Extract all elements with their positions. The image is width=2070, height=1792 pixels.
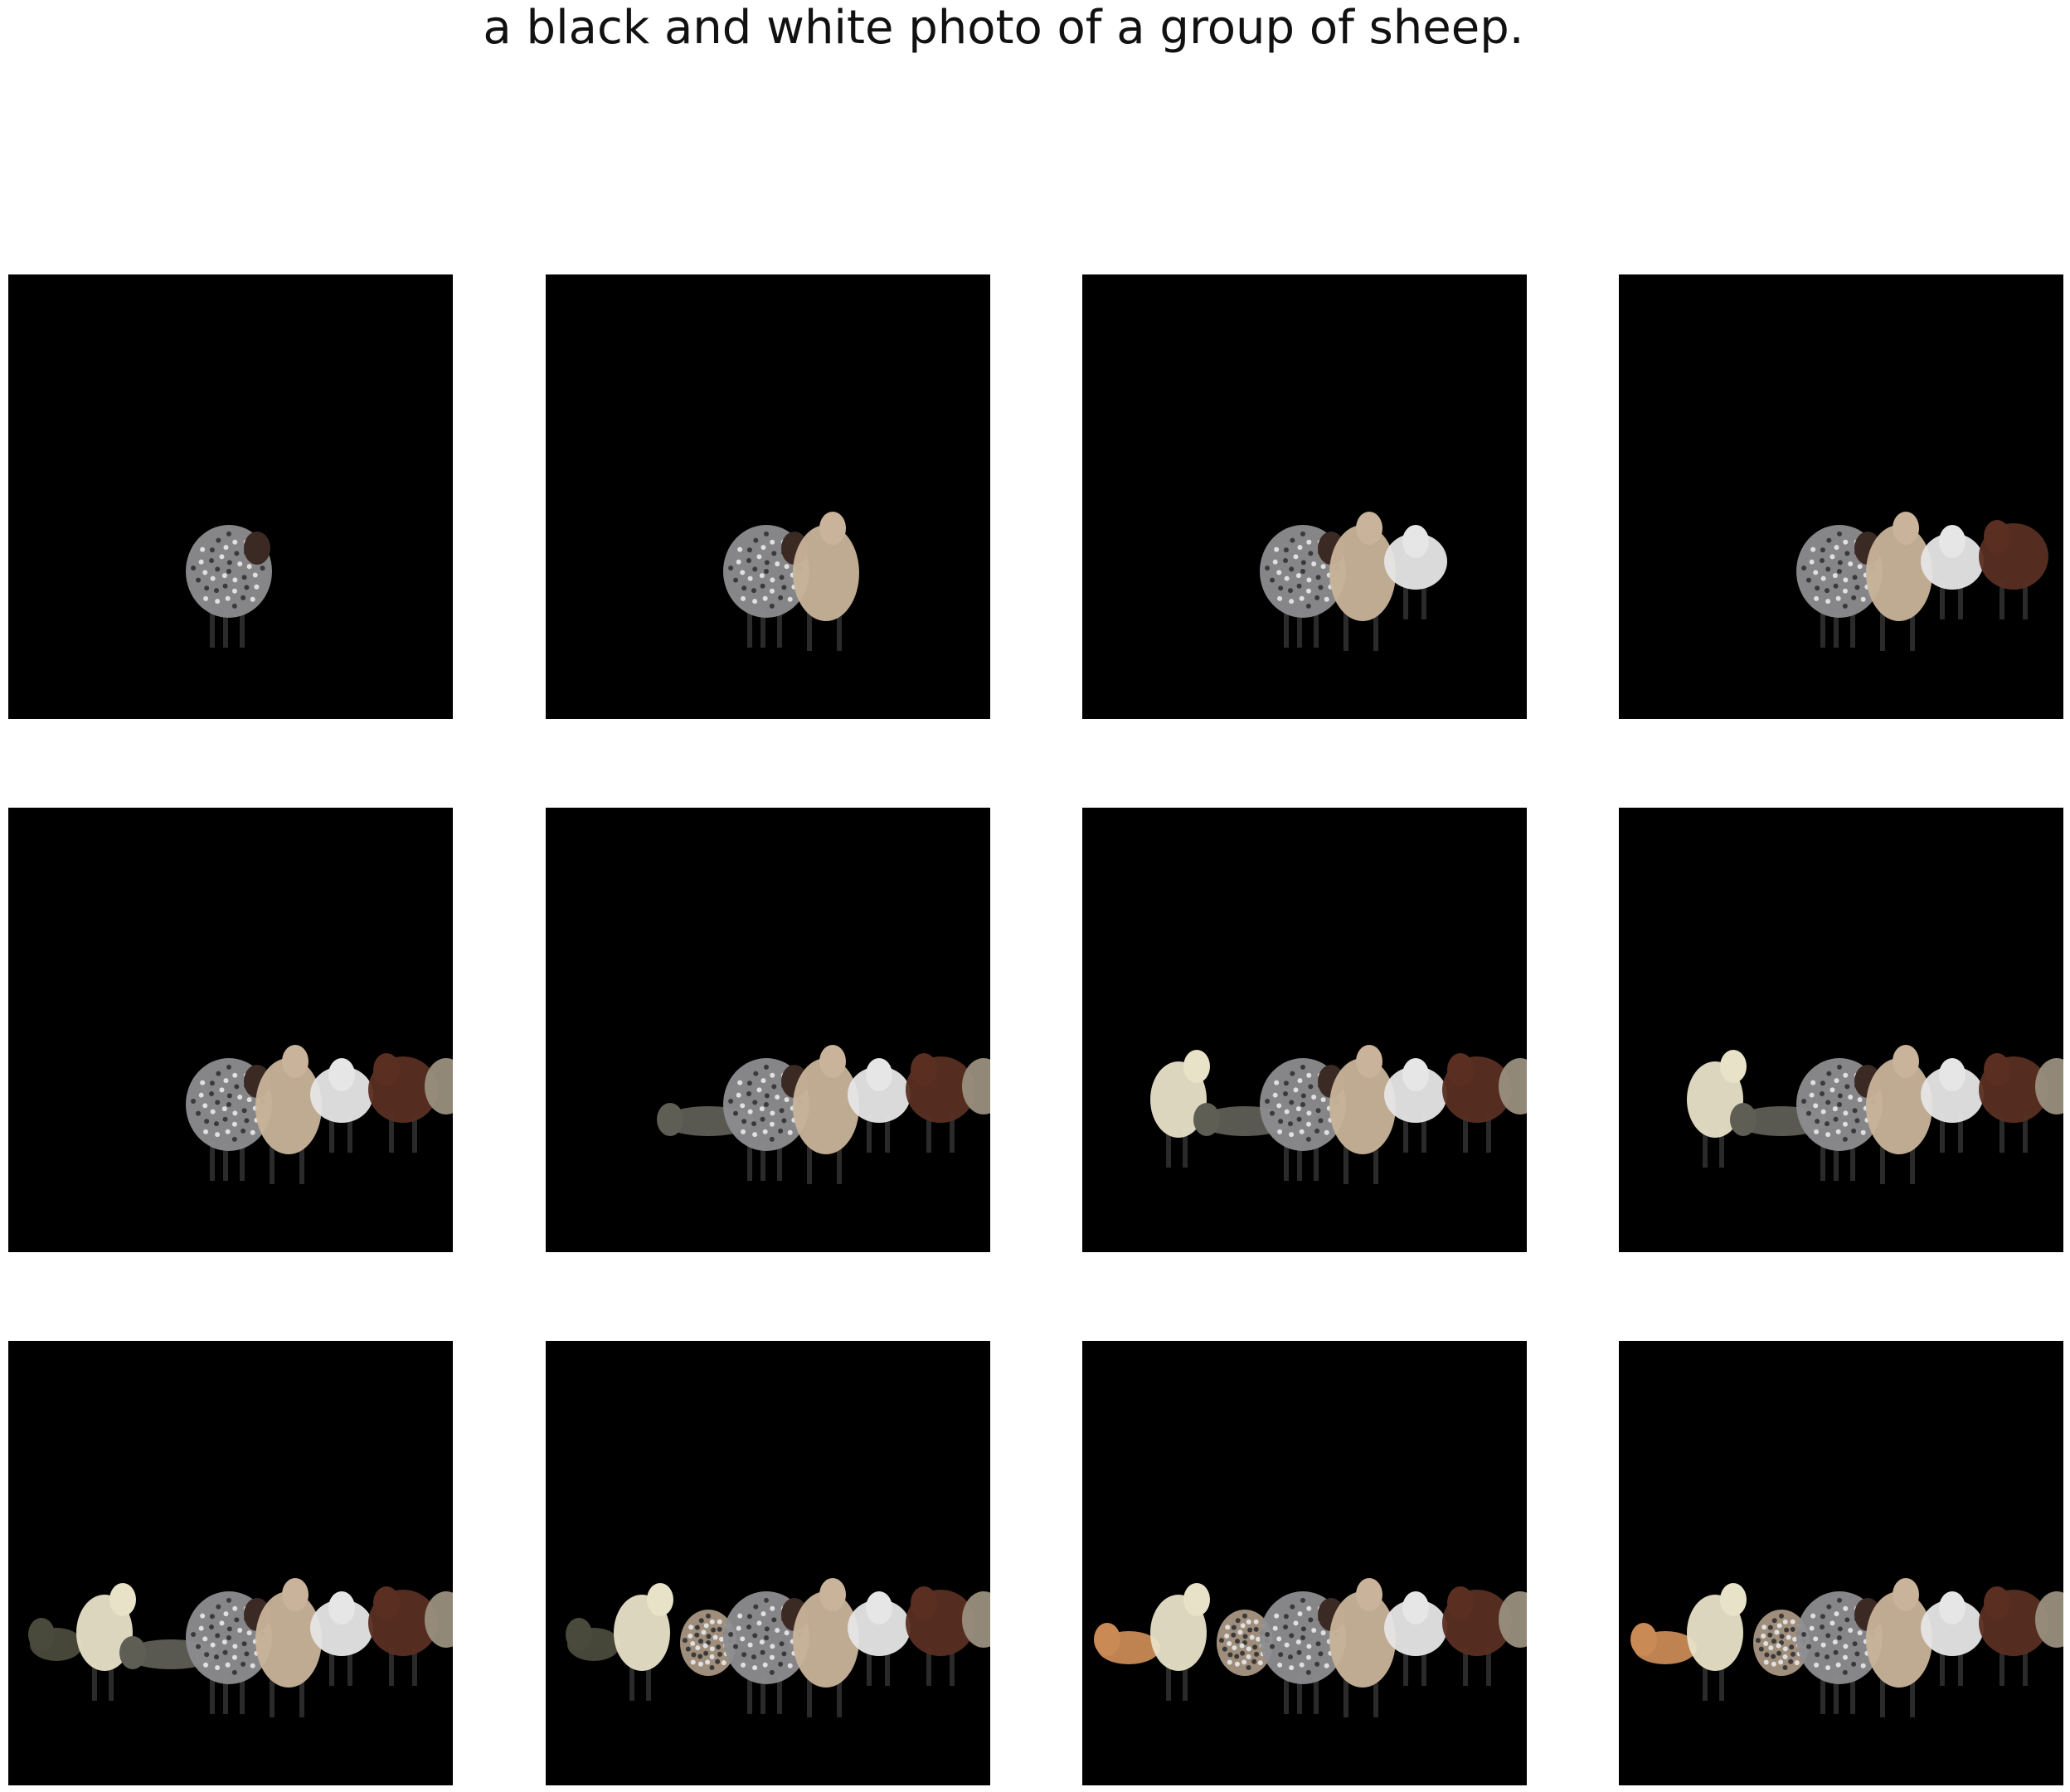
sheep-white xyxy=(1921,1591,1984,1686)
sheep-white xyxy=(1921,525,1984,619)
sheep-speckled xyxy=(186,525,272,648)
sheep-white xyxy=(1384,1591,1447,1686)
sheep-brown xyxy=(1442,1053,1512,1153)
sheep-cream-left xyxy=(1687,1583,1747,1701)
grid-panel-3 xyxy=(1082,274,1527,719)
grid-panel-9 xyxy=(8,1341,453,1785)
sheep-image-10 xyxy=(566,1578,990,1717)
sheep-white xyxy=(310,1058,373,1153)
sheep-image-4 xyxy=(1796,512,2048,651)
sheep-brown xyxy=(1979,520,2048,619)
sheep-brown xyxy=(368,1586,438,1686)
sheep-cream-left xyxy=(1150,1583,1210,1701)
grid-panel-10 xyxy=(546,1341,990,1785)
sheep-orange-far-left xyxy=(1630,1623,1697,1664)
sheep-white xyxy=(848,1591,911,1686)
sheep-image-8 xyxy=(1687,1045,2063,1184)
sheep-tan xyxy=(1866,1045,1932,1184)
grid-panel-1 xyxy=(8,274,453,719)
sheep-white xyxy=(1921,1058,1984,1153)
grid-panel-2 xyxy=(546,274,990,719)
sheep-image-7 xyxy=(1150,1045,1527,1184)
sheep-tan xyxy=(255,1578,322,1717)
sheep-image-3 xyxy=(1260,512,1447,651)
sheep-tan xyxy=(1866,1578,1932,1717)
grid-panel-5 xyxy=(8,808,453,1252)
sheep-orange-far-left xyxy=(1094,1623,1160,1664)
grid-panel-11 xyxy=(1082,1341,1527,1785)
sheep-lamb-far-left xyxy=(566,1618,620,1661)
sheep-tan xyxy=(1329,1045,1396,1184)
sheep-image-11 xyxy=(1094,1578,1527,1717)
sheep-white xyxy=(1384,1058,1447,1153)
sheep-lamb-far-left xyxy=(28,1618,83,1661)
sheep-white xyxy=(848,1058,911,1153)
sheep-white xyxy=(1384,525,1447,619)
sheep-brown xyxy=(1442,1586,1512,1686)
sheep-tan xyxy=(793,1045,859,1184)
sheep-brown xyxy=(368,1053,438,1153)
sheep-image-9 xyxy=(28,1578,453,1717)
sheep-brown xyxy=(906,1053,975,1153)
figure-title: a black and white photo of a group of sh… xyxy=(483,1,1524,55)
sheep-brown xyxy=(906,1586,975,1686)
sheep-image-2 xyxy=(723,512,859,651)
sheep-tan xyxy=(1866,512,1932,651)
sheep-image-1 xyxy=(186,525,272,648)
grid-panel-6 xyxy=(546,808,990,1252)
sheep-tan xyxy=(793,512,859,651)
sheep-image-12 xyxy=(1630,1578,2063,1717)
grid-panel-4 xyxy=(1619,274,2063,719)
sheep-image-5 xyxy=(186,1045,453,1184)
sheep-tan xyxy=(1329,512,1396,651)
grid-panel-12 xyxy=(1619,1341,2063,1785)
sheep-brown xyxy=(1979,1586,2048,1686)
sheep-cream-left xyxy=(614,1583,673,1701)
sheep-image-6 xyxy=(657,1045,990,1184)
sheep-tan xyxy=(793,1578,859,1717)
sheep-tan xyxy=(1329,1578,1396,1717)
sheep-tan xyxy=(255,1045,322,1184)
grid-panel-8 xyxy=(1619,808,2063,1252)
grid-panel-7 xyxy=(1082,808,1527,1252)
sheep-white xyxy=(310,1591,373,1686)
sheep-brown xyxy=(1979,1053,2048,1153)
